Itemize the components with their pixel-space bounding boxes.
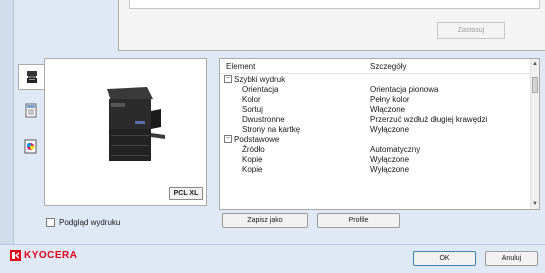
kyocera-logo: KYOCERA (10, 250, 78, 261)
row-label: Źródło (242, 145, 265, 154)
row-value: Orientacja pionowa (370, 85, 439, 94)
pcl-xl-badge: PCL XL (169, 187, 203, 200)
row-label: Podstawowe (234, 135, 280, 144)
printer-icon (26, 71, 37, 83)
row-value: Automatyczny (370, 145, 421, 154)
collapse-icon[interactable]: − (224, 75, 232, 83)
kyocera-logo-icon (10, 250, 21, 261)
print-preview-checkbox[interactable]: Podgląd wydruku (46, 218, 120, 227)
document-icon (25, 103, 36, 117)
row-label: Szybki wydruk (234, 75, 286, 84)
row-value: Pełny kolor (370, 95, 410, 104)
list-group-row[interactable]: − Podstawowe (220, 135, 530, 145)
row-label: Kopie (242, 155, 263, 164)
row-value: Przerzuć wzdłuż długiej krawędzi (370, 115, 488, 124)
side-tab-strip (13, 58, 45, 198)
color-icon (24, 139, 37, 153)
column-header-details[interactable]: Szczegóły (370, 62, 406, 71)
list-item-row[interactable]: Orientacja Orientacja pionowa (220, 85, 530, 95)
apply-button[interactable]: Zastosuj (437, 22, 505, 39)
row-label: Strony na kartkę (242, 125, 301, 134)
row-value: Wyłączone (370, 165, 410, 174)
printer-image (107, 87, 165, 161)
row-value: Włączone (370, 105, 406, 114)
tab-document[interactable] (18, 98, 43, 122)
list-item-row[interactable]: Strony na kartkę Wyłączone (220, 125, 530, 135)
vertical-scrollbar[interactable]: ▲ ▼ (530, 59, 539, 209)
list-header: Element Szczegóły (220, 59, 530, 74)
list-group-row[interactable]: − Szybki wydruk (220, 75, 530, 85)
settings-details-list[interactable]: Element Szczegóły − Szybki wydruk Orient… (219, 58, 540, 210)
cancel-button[interactable]: Anuluj (485, 251, 538, 266)
row-label: Dwustronne (242, 115, 285, 124)
printer-preview-panel: PCL XL (44, 58, 207, 206)
ok-button[interactable]: OK (413, 251, 476, 266)
profile-button[interactable]: Profile (317, 213, 400, 228)
save-as-button[interactable]: Zapisz jako (222, 213, 308, 228)
collapse-icon[interactable]: − (224, 135, 232, 143)
footer-divider (0, 244, 545, 245)
tab-color[interactable] (18, 134, 43, 158)
list-item-row[interactable]: Kopie Wyłączone (220, 155, 530, 165)
top-panel-inner (129, 0, 540, 9)
scroll-down-icon[interactable]: ▼ (532, 201, 538, 207)
list-item-row[interactable]: Kopie Wyłączone (220, 165, 530, 175)
row-label: Orientacja (242, 85, 279, 94)
top-panel: Zastosuj (118, 0, 545, 51)
checkbox-box[interactable] (46, 218, 55, 227)
row-label: Kolor (242, 95, 261, 104)
checkbox-label: Podgląd wydruku (59, 218, 121, 227)
row-label: Kopie (242, 165, 263, 174)
row-value: Wyłączone (370, 125, 410, 134)
list-item-row[interactable]: Dwustronne Przerzuć wzdłuż długiej krawę… (220, 115, 530, 125)
row-label: Sortuj (242, 105, 263, 114)
scroll-up-icon[interactable]: ▲ (532, 61, 538, 67)
brand-name: KYOCERA (24, 250, 78, 261)
list-item-row[interactable]: Kolor Pełny kolor (220, 95, 530, 105)
list-item-row[interactable]: Sortuj Włączone (220, 105, 530, 115)
tab-printer[interactable] (18, 64, 44, 90)
scroll-thumb[interactable] (532, 77, 538, 93)
left-border-strip (0, 0, 14, 244)
row-value: Wyłączone (370, 155, 410, 164)
list-item-row[interactable]: Źródło Automatyczny (220, 145, 530, 155)
column-header-element[interactable]: Element (226, 62, 255, 71)
